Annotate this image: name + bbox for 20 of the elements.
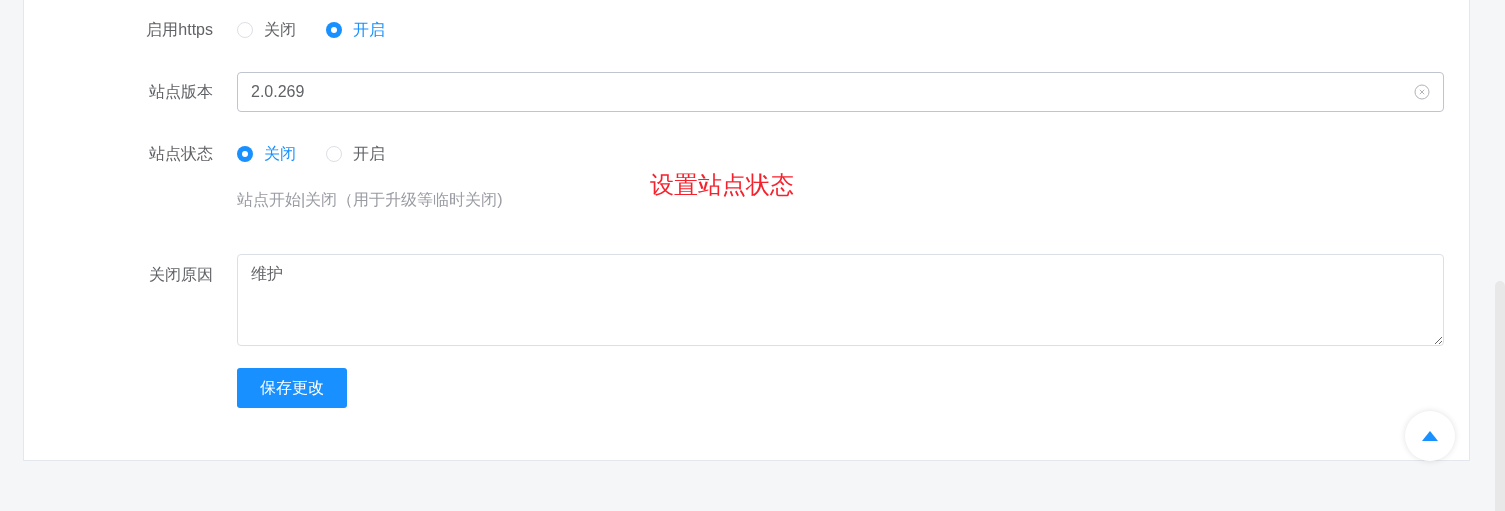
radio-option[interactable]: 关闭 (237, 142, 296, 166)
save-button[interactable]: 保存更改 (237, 368, 347, 408)
radio-button[interactable] (326, 146, 342, 162)
radio-option[interactable]: 开启 (326, 18, 385, 42)
input-value: 2.0.269 (251, 82, 306, 102)
version-input[interactable]: 2.0.269 (237, 72, 1444, 112)
triangle-up-icon (1422, 431, 1438, 441)
field-label: 站点版本 (148, 82, 214, 102)
radio-option[interactable]: 关闭 (237, 18, 296, 42)
annotation-text: 设置站点状态 (650, 170, 794, 200)
reason-textarea[interactable]: 维护 (237, 254, 1444, 346)
field-label: 启用https (145, 20, 214, 40)
radio-button[interactable] (237, 22, 253, 38)
field-label: 关闭原因 (148, 265, 214, 285)
help-text: 站点开始|关闭（用于升级等临时关闭) (237, 191, 503, 208)
radio-button[interactable] (237, 146, 253, 162)
field-label: 站点状态 (148, 144, 214, 164)
radio-option[interactable]: 开启 (326, 142, 385, 166)
radio-button[interactable] (326, 22, 342, 38)
clear-icon[interactable] (1414, 84, 1430, 100)
